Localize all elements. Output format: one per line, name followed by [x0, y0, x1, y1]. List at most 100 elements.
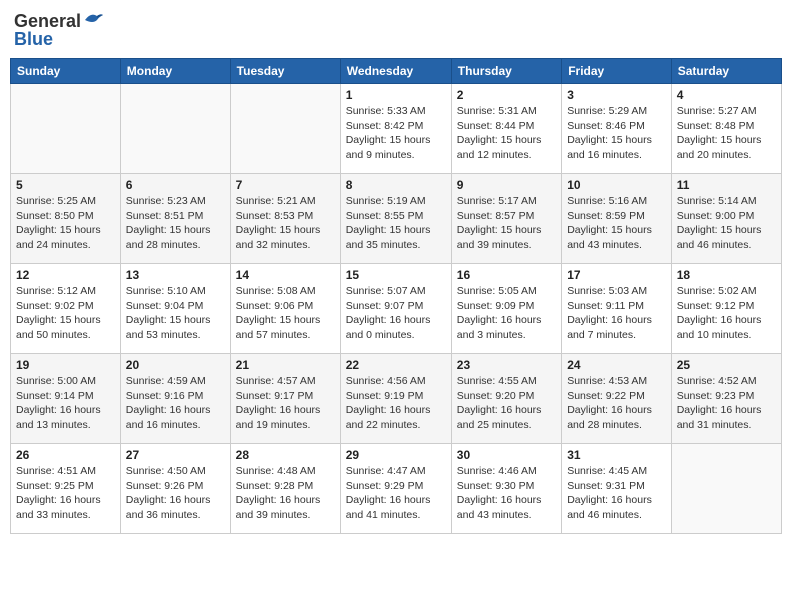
day-number: 7	[236, 178, 335, 192]
day-number: 12	[16, 268, 115, 282]
day-number: 2	[457, 88, 556, 102]
calendar-cell: 27 Sunrise: 4:50 AM Sunset: 9:26 PM Dayli…	[120, 444, 230, 534]
calendar-cell: 30 Sunrise: 4:46 AM Sunset: 9:30 PM Dayli…	[451, 444, 561, 534]
day-info: Sunrise: 4:45 AM Sunset: 9:31 PM Dayligh…	[567, 464, 666, 523]
day-info: Sunrise: 5:23 AM Sunset: 8:51 PM Dayligh…	[126, 194, 225, 253]
calendar-cell: 19Sunrise: 5:00 AM Sunset: 9:14 PM Dayli…	[11, 354, 121, 444]
calendar-cell: 21 Sunrise: 4:57 AM Sunset: 9:17 PM Dayli…	[230, 354, 340, 444]
day-number: 15	[346, 268, 446, 282]
day-number: 27	[126, 448, 225, 462]
day-number: 13	[126, 268, 225, 282]
day-number: 16	[457, 268, 556, 282]
calendar-cell: 23 Sunrise: 4:55 AM Sunset: 9:20 PM Dayli…	[451, 354, 561, 444]
day-info: Sunrise: 5:00 AM Sunset: 9:14 PM Dayligh…	[16, 374, 115, 433]
calendar-cell: 8 Sunrise: 5:19 AM Sunset: 8:55 PM Daylig…	[340, 174, 451, 264]
weekday-header-row: SundayMondayTuesdayWednesdayThursdayFrid…	[11, 59, 782, 84]
day-info: Sunrise: 5:10 AM Sunset: 9:04 PM Dayligh…	[126, 284, 225, 343]
calendar-cell: 24 Sunrise: 4:53 AM Sunset: 9:22 PM Dayli…	[562, 354, 672, 444]
day-info: Sunrise: 5:07 AM Sunset: 9:07 PM Dayligh…	[346, 284, 446, 343]
week-row-1: 1 Sunrise: 5:33 AM Sunset: 8:42 PM Daylig…	[11, 84, 782, 174]
calendar-cell	[230, 84, 340, 174]
day-number: 4	[677, 88, 776, 102]
calendar-cell: 16 Sunrise: 5:05 AM Sunset: 9:09 PM Dayli…	[451, 264, 561, 354]
calendar-cell: 15 Sunrise: 5:07 AM Sunset: 9:07 PM Dayli…	[340, 264, 451, 354]
calendar-cell: 28Sunrise: 4:48 AM Sunset: 9:28 PM Dayli…	[230, 444, 340, 534]
day-info: Sunrise: 5:19 AM Sunset: 8:55 PM Dayligh…	[346, 194, 446, 253]
calendar-cell: 11 Sunrise: 5:14 AM Sunset: 9:00 PM Dayli…	[671, 174, 781, 264]
day-number: 26	[16, 448, 115, 462]
calendar-cell: 9Sunrise: 5:17 AM Sunset: 8:57 PM Daylig…	[451, 174, 561, 264]
day-info: Sunrise: 4:51 AM Sunset: 9:25 PM Dayligh…	[16, 464, 115, 523]
day-info: Sunrise: 5:27 AM Sunset: 8:48 PM Dayligh…	[677, 104, 776, 163]
day-number: 1	[346, 88, 446, 102]
day-number: 24	[567, 358, 666, 372]
weekday-header-wednesday: Wednesday	[340, 59, 451, 84]
calendar-cell	[11, 84, 121, 174]
day-info: Sunrise: 4:46 AM Sunset: 9:30 PM Dayligh…	[457, 464, 556, 523]
day-number: 5	[16, 178, 115, 192]
day-number: 31	[567, 448, 666, 462]
day-number: 18	[677, 268, 776, 282]
day-number: 11	[677, 178, 776, 192]
day-number: 6	[126, 178, 225, 192]
weekday-header-monday: Monday	[120, 59, 230, 84]
day-number: 23	[457, 358, 556, 372]
day-info: Sunrise: 5:02 AM Sunset: 9:12 PM Dayligh…	[677, 284, 776, 343]
day-info: Sunrise: 5:29 AM Sunset: 8:46 PM Dayligh…	[567, 104, 666, 163]
calendar-cell: 5 Sunrise: 5:25 AM Sunset: 8:50 PM Daylig…	[11, 174, 121, 264]
day-number: 25	[677, 358, 776, 372]
day-info: Sunrise: 5:25 AM Sunset: 8:50 PM Dayligh…	[16, 194, 115, 253]
day-info: Sunrise: 4:56 AM Sunset: 9:19 PM Dayligh…	[346, 374, 446, 433]
week-row-2: 5 Sunrise: 5:25 AM Sunset: 8:50 PM Daylig…	[11, 174, 782, 264]
week-row-5: 26 Sunrise: 4:51 AM Sunset: 9:25 PM Dayli…	[11, 444, 782, 534]
day-number: 28	[236, 448, 335, 462]
day-info: Sunrise: 4:57 AM Sunset: 9:17 PM Dayligh…	[236, 374, 335, 433]
day-number: 17	[567, 268, 666, 282]
day-number: 20	[126, 358, 225, 372]
calendar-cell: 26 Sunrise: 4:51 AM Sunset: 9:25 PM Dayli…	[11, 444, 121, 534]
calendar-cell: 10Sunrise: 5:16 AM Sunset: 8:59 PM Dayli…	[562, 174, 672, 264]
day-number: 3	[567, 88, 666, 102]
weekday-header-saturday: Saturday	[671, 59, 781, 84]
day-info: Sunrise: 5:05 AM Sunset: 9:09 PM Dayligh…	[457, 284, 556, 343]
logo-blue-text: Blue	[14, 29, 53, 50]
day-number: 14	[236, 268, 335, 282]
week-row-4: 19Sunrise: 5:00 AM Sunset: 9:14 PM Dayli…	[11, 354, 782, 444]
calendar-cell: 17 Sunrise: 5:03 AM Sunset: 9:11 PM Dayli…	[562, 264, 672, 354]
calendar-cell: 2 Sunrise: 5:31 AM Sunset: 8:44 PM Daylig…	[451, 84, 561, 174]
day-info: Sunrise: 4:59 AM Sunset: 9:16 PM Dayligh…	[126, 374, 225, 433]
calendar-cell: 13 Sunrise: 5:10 AM Sunset: 9:04 PM Dayli…	[120, 264, 230, 354]
day-number: 8	[346, 178, 446, 192]
calendar-cell: 7Sunrise: 5:21 AM Sunset: 8:53 PM Daylig…	[230, 174, 340, 264]
day-number: 21	[236, 358, 335, 372]
day-info: Sunrise: 5:03 AM Sunset: 9:11 PM Dayligh…	[567, 284, 666, 343]
day-info: Sunrise: 4:53 AM Sunset: 9:22 PM Dayligh…	[567, 374, 666, 433]
calendar-cell: 20 Sunrise: 4:59 AM Sunset: 9:16 PM Dayli…	[120, 354, 230, 444]
day-info: Sunrise: 4:50 AM Sunset: 9:26 PM Dayligh…	[126, 464, 225, 523]
day-info: Sunrise: 4:47 AM Sunset: 9:29 PM Dayligh…	[346, 464, 446, 523]
day-info: Sunrise: 5:31 AM Sunset: 8:44 PM Dayligh…	[457, 104, 556, 163]
day-info: Sunrise: 5:33 AM Sunset: 8:42 PM Dayligh…	[346, 104, 446, 163]
calendar-cell: 12 Sunrise: 5:12 AM Sunset: 9:02 PM Dayli…	[11, 264, 121, 354]
calendar-cell: 6 Sunrise: 5:23 AM Sunset: 8:51 PM Daylig…	[120, 174, 230, 264]
day-info: Sunrise: 5:17 AM Sunset: 8:57 PM Dayligh…	[457, 194, 556, 253]
day-info: Sunrise: 5:14 AM Sunset: 9:00 PM Dayligh…	[677, 194, 776, 253]
day-number: 29	[346, 448, 446, 462]
day-number: 30	[457, 448, 556, 462]
day-info: Sunrise: 5:12 AM Sunset: 9:02 PM Dayligh…	[16, 284, 115, 343]
weekday-header-tuesday: Tuesday	[230, 59, 340, 84]
page-header: General Blue	[10, 10, 782, 50]
calendar-cell: 22 Sunrise: 4:56 AM Sunset: 9:19 PM Dayli…	[340, 354, 451, 444]
week-row-3: 12 Sunrise: 5:12 AM Sunset: 9:02 PM Dayli…	[11, 264, 782, 354]
logo-bird-icon	[83, 10, 105, 33]
calendar-cell: 4 Sunrise: 5:27 AM Sunset: 8:48 PM Daylig…	[671, 84, 781, 174]
day-info: Sunrise: 4:55 AM Sunset: 9:20 PM Dayligh…	[457, 374, 556, 433]
calendar-cell	[671, 444, 781, 534]
calendar-cell: 25Sunrise: 4:52 AM Sunset: 9:23 PM Dayli…	[671, 354, 781, 444]
calendar-cell: 18 Sunrise: 5:02 AM Sunset: 9:12 PM Dayli…	[671, 264, 781, 354]
weekday-header-friday: Friday	[562, 59, 672, 84]
weekday-header-sunday: Sunday	[11, 59, 121, 84]
calendar-table: SundayMondayTuesdayWednesdayThursdayFrid…	[10, 58, 782, 534]
day-number: 22	[346, 358, 446, 372]
calendar-cell	[120, 84, 230, 174]
